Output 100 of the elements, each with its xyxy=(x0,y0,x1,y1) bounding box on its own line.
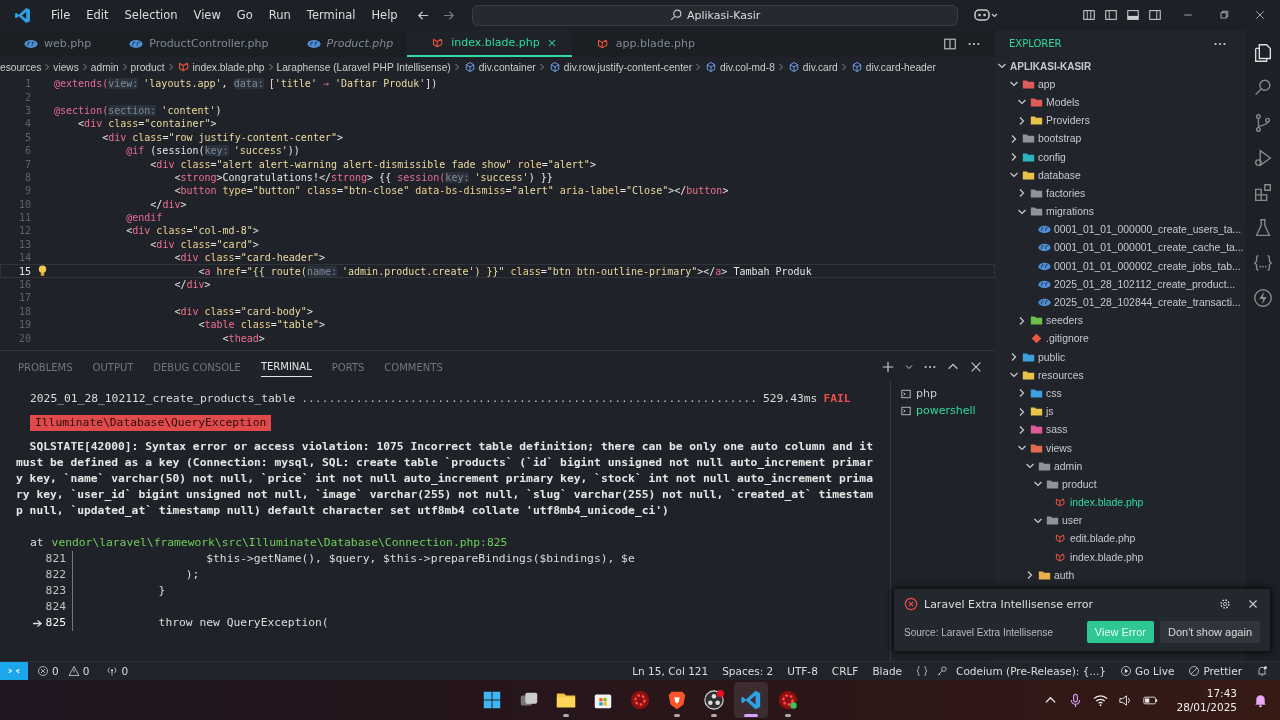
language-mode[interactable]: Blade xyxy=(872,665,903,677)
tree-item[interactable]: index.blade.php xyxy=(995,548,1245,567)
tree-item[interactable]: index.blade.php xyxy=(995,493,1245,512)
gear-icon[interactable] xyxy=(629,689,651,711)
tree-item[interactable]: views xyxy=(995,438,1245,458)
close-icon[interactable] xyxy=(1254,9,1266,21)
panel-tab[interactable]: PORTS xyxy=(331,357,365,377)
menu-item[interactable]: Go xyxy=(228,8,261,22)
lightning-icon[interactable] xyxy=(1251,287,1274,309)
breadcrumb-item[interactable]: admin xyxy=(90,61,119,73)
panel-tab[interactable]: TERMINAL xyxy=(260,357,312,377)
restore-icon[interactable] xyxy=(1218,9,1230,21)
command-center[interactable]: Aplikasi-Kasir xyxy=(471,4,958,26)
codeium-status[interactable]: Codeium (Pre-Release): {...} xyxy=(956,665,1107,677)
close-icon[interactable] xyxy=(969,360,983,374)
breadcrumb-item[interactable]: Laraphense (Laravel PHP Intellisense) xyxy=(276,61,451,73)
tree-item[interactable]: product xyxy=(995,475,1245,494)
braces-icon[interactable] xyxy=(1251,252,1274,274)
panel-tab[interactable]: OUTPUT xyxy=(92,357,134,377)
breadcrumb-item[interactable]: index.blade.php xyxy=(192,61,265,73)
key-icon[interactable] xyxy=(936,665,949,677)
breadcrumb-item[interactable]: product xyxy=(130,61,165,73)
tree-item[interactable]: sass xyxy=(995,420,1245,439)
tree-item[interactable]: .gitignore xyxy=(995,329,1245,348)
go-live-button[interactable]: Go Live xyxy=(1120,665,1175,677)
tree-item[interactable]: 2025_01_28_102844_create_transacti... xyxy=(995,293,1245,312)
menu-item[interactable]: Terminal xyxy=(298,8,364,22)
tree-item[interactable]: app xyxy=(995,75,1245,94)
tree-item[interactable]: css xyxy=(995,384,1245,403)
error-count[interactable]: 0 xyxy=(52,665,59,677)
tree-item[interactable]: Providers xyxy=(995,111,1245,130)
menu-item[interactable]: Edit xyxy=(78,8,117,22)
tree-item[interactable]: edit.blade.php xyxy=(995,529,1245,549)
panel-tab[interactable]: DEBUG CONSOLE xyxy=(153,357,241,377)
tree-item[interactable]: Models xyxy=(995,93,1245,112)
shield-icon[interactable] xyxy=(666,689,688,711)
record-icon[interactable] xyxy=(703,689,725,711)
braces-icon[interactable] xyxy=(916,665,929,677)
editor-tab[interactable]: index.blade.php xyxy=(407,30,572,57)
layout-icon[interactable] xyxy=(1148,8,1162,22)
breadcrumb-item[interactable]: div.card-header xyxy=(865,61,936,73)
bell-icon[interactable] xyxy=(1253,692,1268,708)
gear-icon[interactable] xyxy=(777,689,799,711)
tree-item[interactable]: resources xyxy=(995,366,1245,385)
wifi-icon[interactable] xyxy=(1093,692,1109,708)
tree-item[interactable]: config xyxy=(995,147,1245,167)
tree-item[interactable]: migrations xyxy=(995,202,1245,221)
prettier-status[interactable]: Prettier xyxy=(1188,665,1242,677)
editor-tab[interactable]: app.blade.php xyxy=(571,30,709,57)
warning-count[interactable]: 0 xyxy=(82,665,90,677)
breadcrumb-item[interactable]: div.row.justify-content-center xyxy=(563,61,693,73)
menu-item[interactable]: View xyxy=(185,8,229,22)
tree-item[interactable]: 0001_01_01_000002_create_jobs_tab... xyxy=(995,257,1245,276)
plus-icon[interactable] xyxy=(881,360,895,374)
editor-tab[interactable]: ProductController.php xyxy=(105,30,283,57)
notification-button[interactable]: Don't show again xyxy=(1159,621,1260,643)
tree-item[interactable]: js xyxy=(995,402,1245,421)
breadcrumb-item[interactable]: views xyxy=(53,61,79,73)
split-editor-icon[interactable] xyxy=(943,36,957,51)
layout-icon[interactable] xyxy=(1082,8,1096,22)
tree-item[interactable]: 0001_01_01_000000_create_users_ta... xyxy=(995,220,1245,239)
breadcrumb-item[interactable]: div.col-md-8 xyxy=(720,61,775,73)
cursor-position[interactable]: Ln 15, Col 121 xyxy=(632,665,709,677)
clock-date[interactable]: 28/01/2025 xyxy=(1176,700,1237,714)
tree-item[interactable]: 0001_01_01_000001_create_cache_ta... xyxy=(995,238,1245,258)
panel-tab[interactable]: COMMENTS xyxy=(384,357,443,377)
menu-item[interactable]: File xyxy=(43,8,79,22)
menu-item[interactable]: Selection xyxy=(116,8,186,22)
tree-item[interactable]: database xyxy=(995,166,1245,185)
breadcrumb-item[interactable]: div.card xyxy=(802,61,838,73)
lightbulb-icon[interactable] xyxy=(37,265,48,278)
editor-tab[interactable]: web.php xyxy=(0,30,106,57)
layout-icon[interactable] xyxy=(1126,8,1140,22)
terminal-item[interactable]: php xyxy=(891,385,995,402)
layout-icon[interactable] xyxy=(1104,8,1118,22)
breadcrumb-item[interactable]: div.container xyxy=(478,61,536,73)
encoding[interactable]: UTF-8 xyxy=(787,665,818,677)
tree-item[interactable]: seeders xyxy=(995,311,1245,330)
tree-item[interactable]: bootstrap xyxy=(995,129,1245,148)
terminal-item[interactable]: powershell xyxy=(891,402,995,419)
start-icon[interactable] xyxy=(481,689,503,711)
tree-item[interactable]: factories xyxy=(995,184,1245,203)
copilot-icon[interactable] xyxy=(973,7,998,23)
breadcrumb-item[interactable]: esources xyxy=(0,61,42,73)
bell-icon[interactable] xyxy=(1256,665,1268,677)
panel-tab[interactable]: PROBLEMS xyxy=(18,357,73,377)
clock-time[interactable]: 17:43 xyxy=(1206,686,1237,700)
tree-item[interactable]: admin xyxy=(995,457,1245,476)
indentation[interactable]: Spaces: 2 xyxy=(722,665,774,677)
editor-tab[interactable]: Product.php xyxy=(282,30,408,57)
tree-item[interactable]: user xyxy=(995,511,1245,530)
settings-icon[interactable] xyxy=(1218,597,1232,611)
menu-item[interactable]: Run xyxy=(260,8,299,22)
caret-icon[interactable] xyxy=(904,362,914,372)
code-editor-icon[interactable] xyxy=(740,689,762,711)
tree-item[interactable]: 2025_01_28_102112_create_product... xyxy=(995,275,1245,294)
menu-item[interactable]: Help xyxy=(363,8,406,22)
line-ending[interactable]: CRLF xyxy=(831,665,859,677)
port-count[interactable]: 0 xyxy=(121,665,129,677)
tree-item[interactable]: public xyxy=(995,348,1245,367)
